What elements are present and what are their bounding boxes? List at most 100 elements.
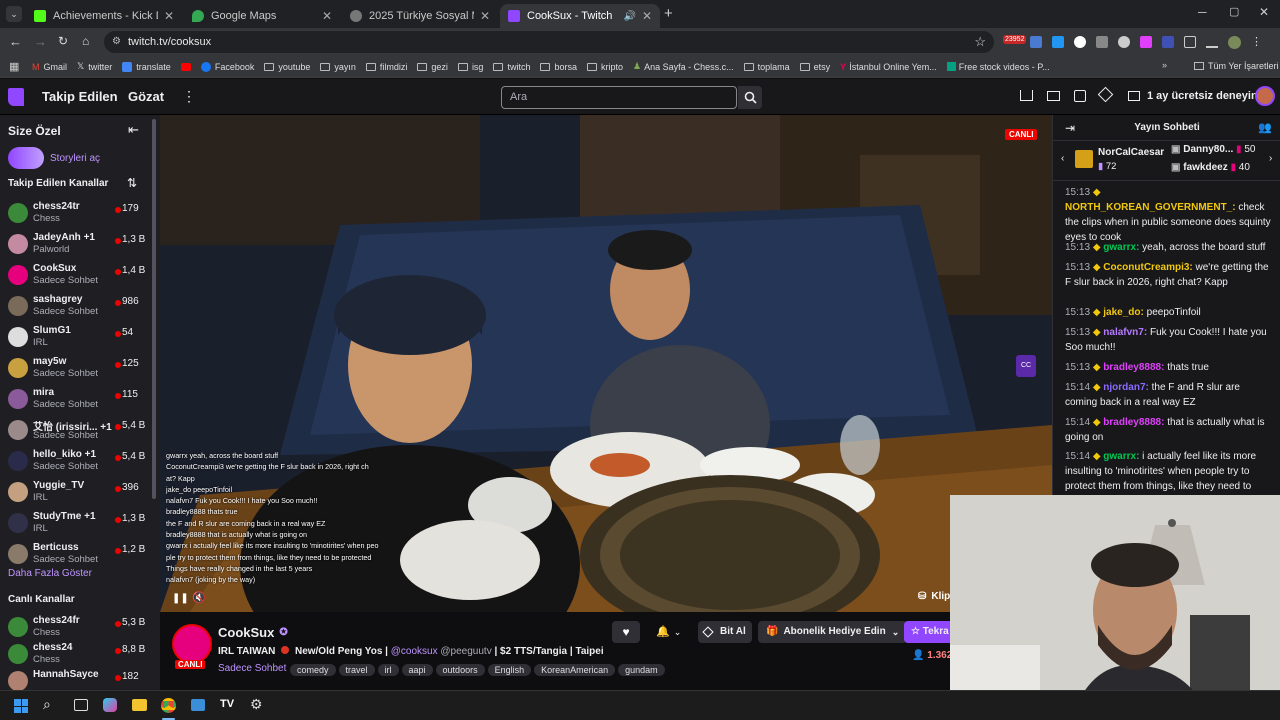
bookmark-chess[interactable]: ♟ Ana Sayfa - Chess.c...	[633, 61, 734, 72]
tab-cooksux-twitch[interactable]: CookSux - Twitch 🔊 ✕	[500, 4, 660, 28]
windows-start-icon[interactable]	[14, 699, 28, 713]
gift-sub-button[interactable]: 🎁 Abonelik Hediye Edin ⌄	[758, 621, 908, 643]
close-icon[interactable]: ✕	[322, 9, 332, 23]
sort-icon[interactable]: ⇅	[127, 176, 137, 190]
bookmark-folder[interactable]: youtube	[264, 62, 310, 72]
site-info-icon[interactable]: ⚙	[112, 31, 121, 53]
channel-avatar[interactable]	[172, 624, 212, 664]
community-icon[interactable]: 👥	[1258, 121, 1272, 134]
maximize-button[interactable]: ▢	[1229, 5, 1239, 18]
settings-icon[interactable]: ⚙	[250, 696, 263, 713]
turbo-trial-button[interactable]: 1 ay ücretsiz deneyin	[1128, 90, 1269, 102]
extension-icon[interactable]	[1096, 36, 1108, 48]
chat-username[interactable]: bradley8888:	[1103, 362, 1164, 373]
tag-chip[interactable]: irl	[377, 664, 399, 676]
chat-username[interactable]: gwarrx:	[1103, 451, 1139, 462]
copilot-icon[interactable]	[103, 698, 117, 712]
extension-icon[interactable]	[1074, 36, 1086, 48]
profile-avatar[interactable]	[1228, 36, 1241, 49]
nav-following[interactable]: Takip Edilen	[42, 89, 118, 104]
tag-chip[interactable]: aapi	[401, 664, 433, 676]
sidebar-channel[interactable]: hello_kiko +1 Sadece Sohbet 5,4 B	[0, 447, 152, 477]
twitch-logo-icon[interactable]	[8, 88, 24, 106]
bookmark-folder[interactable]: kripto	[586, 62, 623, 72]
sidebar-channel[interactable]: SlumG1 IRL 54	[0, 323, 152, 353]
video-player[interactable]: CANLI CC gwarrx yeah, across the board s…	[160, 115, 1052, 612]
back-icon[interactable]: ←	[9, 34, 22, 49]
channel-name[interactable]: CookSux ✪	[218, 625, 288, 640]
puzzle-icon[interactable]	[1184, 36, 1196, 48]
bookmark-folder[interactable]: yayın	[320, 62, 356, 72]
all-bookmarks[interactable]: Tüm Yer İşaretleri	[1194, 61, 1279, 71]
tag-chip[interactable]: comedy	[290, 664, 336, 676]
bookmark-folder[interactable]: gezi	[417, 62, 448, 72]
sidebar-channel[interactable]: sashagrey Sadece Sohbet 986	[0, 292, 152, 322]
mention-link[interactable]: @peeguutv	[440, 646, 491, 657]
sidebar-channel[interactable]: StudyTme +1 IRL 1,3 B	[0, 509, 152, 539]
bookmark-facebook[interactable]: Facebook	[200, 61, 254, 72]
user-avatar[interactable]	[1255, 86, 1275, 106]
sidebar-channel[interactable]: chess24tr Chess 179	[0, 199, 152, 229]
category-link[interactable]: Sadece Sohbet	[218, 663, 286, 674]
search-input[interactable]: Ara	[501, 86, 737, 109]
bookmark-translate[interactable]: translate	[122, 61, 171, 72]
search-icon[interactable]: ⌕	[43, 696, 51, 713]
sidebar-channel[interactable]: CookSux Sadece Sohbet 1,4 B	[0, 261, 152, 291]
bookmark-twitter[interactable]: 𝕏twitter	[77, 61, 112, 72]
media-icon[interactable]	[1206, 36, 1218, 48]
home-icon[interactable]: ⌂	[82, 34, 89, 48]
close-window-button[interactable]: ✕	[1259, 5, 1269, 19]
stream-cc-badge[interactable]: CC	[1016, 355, 1036, 377]
bookmark-star-icon[interactable]: ☆	[974, 31, 986, 53]
extension-icon[interactable]	[1030, 36, 1042, 48]
chrome-icon[interactable]	[161, 698, 176, 713]
url-field[interactable]: ⚙ twitch.tv/cooksux ☆	[104, 31, 994, 53]
bookmark-gmail[interactable]: M Gmail	[32, 62, 67, 72]
sidebar-scrollbar[interactable]	[152, 119, 156, 499]
chat-username[interactable]: bradley8888:	[1103, 417, 1164, 428]
chat-username[interactable]: njordan7:	[1103, 382, 1149, 393]
tab-search-button[interactable]: ⌄	[6, 6, 22, 22]
file-explorer-icon[interactable]	[132, 699, 147, 711]
sidebar-channel[interactable]: Yuggie_TV IRL 396	[0, 478, 152, 508]
bookmarks-overflow-icon[interactable]: »	[1162, 60, 1167, 70]
show-more-link[interactable]: Daha Fazla Göster	[8, 568, 92, 579]
chat-username[interactable]: CoconutCreampi3:	[1103, 262, 1192, 273]
tag-chip[interactable]: English	[487, 664, 532, 676]
bookmark-folder[interactable]: filmdizi	[365, 62, 407, 72]
tab-kick-dashboard[interactable]: Achievements - Kick Dashboard✕	[26, 4, 182, 28]
tag-chip[interactable]: travel	[338, 664, 375, 676]
bookmark-folder[interactable]: borsa	[540, 62, 577, 72]
close-icon[interactable]: ✕	[164, 9, 174, 23]
bookmark-folder[interactable]: etsy	[799, 62, 830, 72]
play-pause-button[interactable]: ❚❚	[172, 593, 189, 604]
tab-sosyal-medya[interactable]: 2025 Türkiye Sosyal Medya✕	[342, 4, 498, 28]
bookmark-pexels[interactable]: Free stock videos - P...	[946, 62, 1050, 72]
chat-username[interactable]: NORTH_KOREAN_GOVERNMENT_:	[1065, 202, 1236, 213]
sidebar-channel[interactable]: chess24 Chess 8,8 B	[0, 640, 152, 670]
clip-button[interactable]: ⛁ Klip	[918, 591, 950, 602]
collapse-sidebar-icon[interactable]: ⇤	[128, 122, 139, 138]
sidebar-channel[interactable]: JadeyAnh +1 Palworld 1,3 B	[0, 230, 152, 260]
forward-icon[interactable]: →	[34, 34, 47, 49]
more-menu-icon[interactable]: ⋮	[1251, 36, 1262, 49]
chevron-left-icon[interactable]: ‹	[1061, 153, 1064, 164]
mention-link[interactable]: @cooksux	[391, 646, 438, 657]
close-icon[interactable]: ✕	[642, 9, 652, 23]
chat-username[interactable]: jake_do:	[1103, 307, 1144, 318]
sidebar-channel[interactable]: chess24fr Chess 5,3 B	[0, 613, 152, 643]
remote-desktop-icon[interactable]	[191, 699, 205, 711]
chat-username[interactable]: nalafvn7:	[1103, 327, 1147, 338]
bits-icon[interactable]	[1097, 86, 1114, 103]
bookmark-folder[interactable]: twitch	[493, 62, 530, 72]
tab-google-maps[interactable]: Google Maps ✕	[184, 4, 340, 28]
tag-chip[interactable]: KoreanAmerican	[534, 664, 616, 676]
tag-chip[interactable]: gundam	[618, 664, 665, 676]
sidebar-channel[interactable]: mira Sadece Sohbet 115	[0, 385, 152, 415]
speaker-icon[interactable]: 🔊	[623, 11, 635, 22]
bookmark-youtube-red[interactable]	[180, 62, 191, 71]
follow-button[interactable]: ♥	[612, 621, 640, 643]
chevron-right-icon[interactable]: ›	[1269, 153, 1272, 164]
nav-browse[interactable]: Gözat	[128, 89, 164, 104]
subscribe-button[interactable]: ☆ Tekra	[904, 621, 954, 643]
